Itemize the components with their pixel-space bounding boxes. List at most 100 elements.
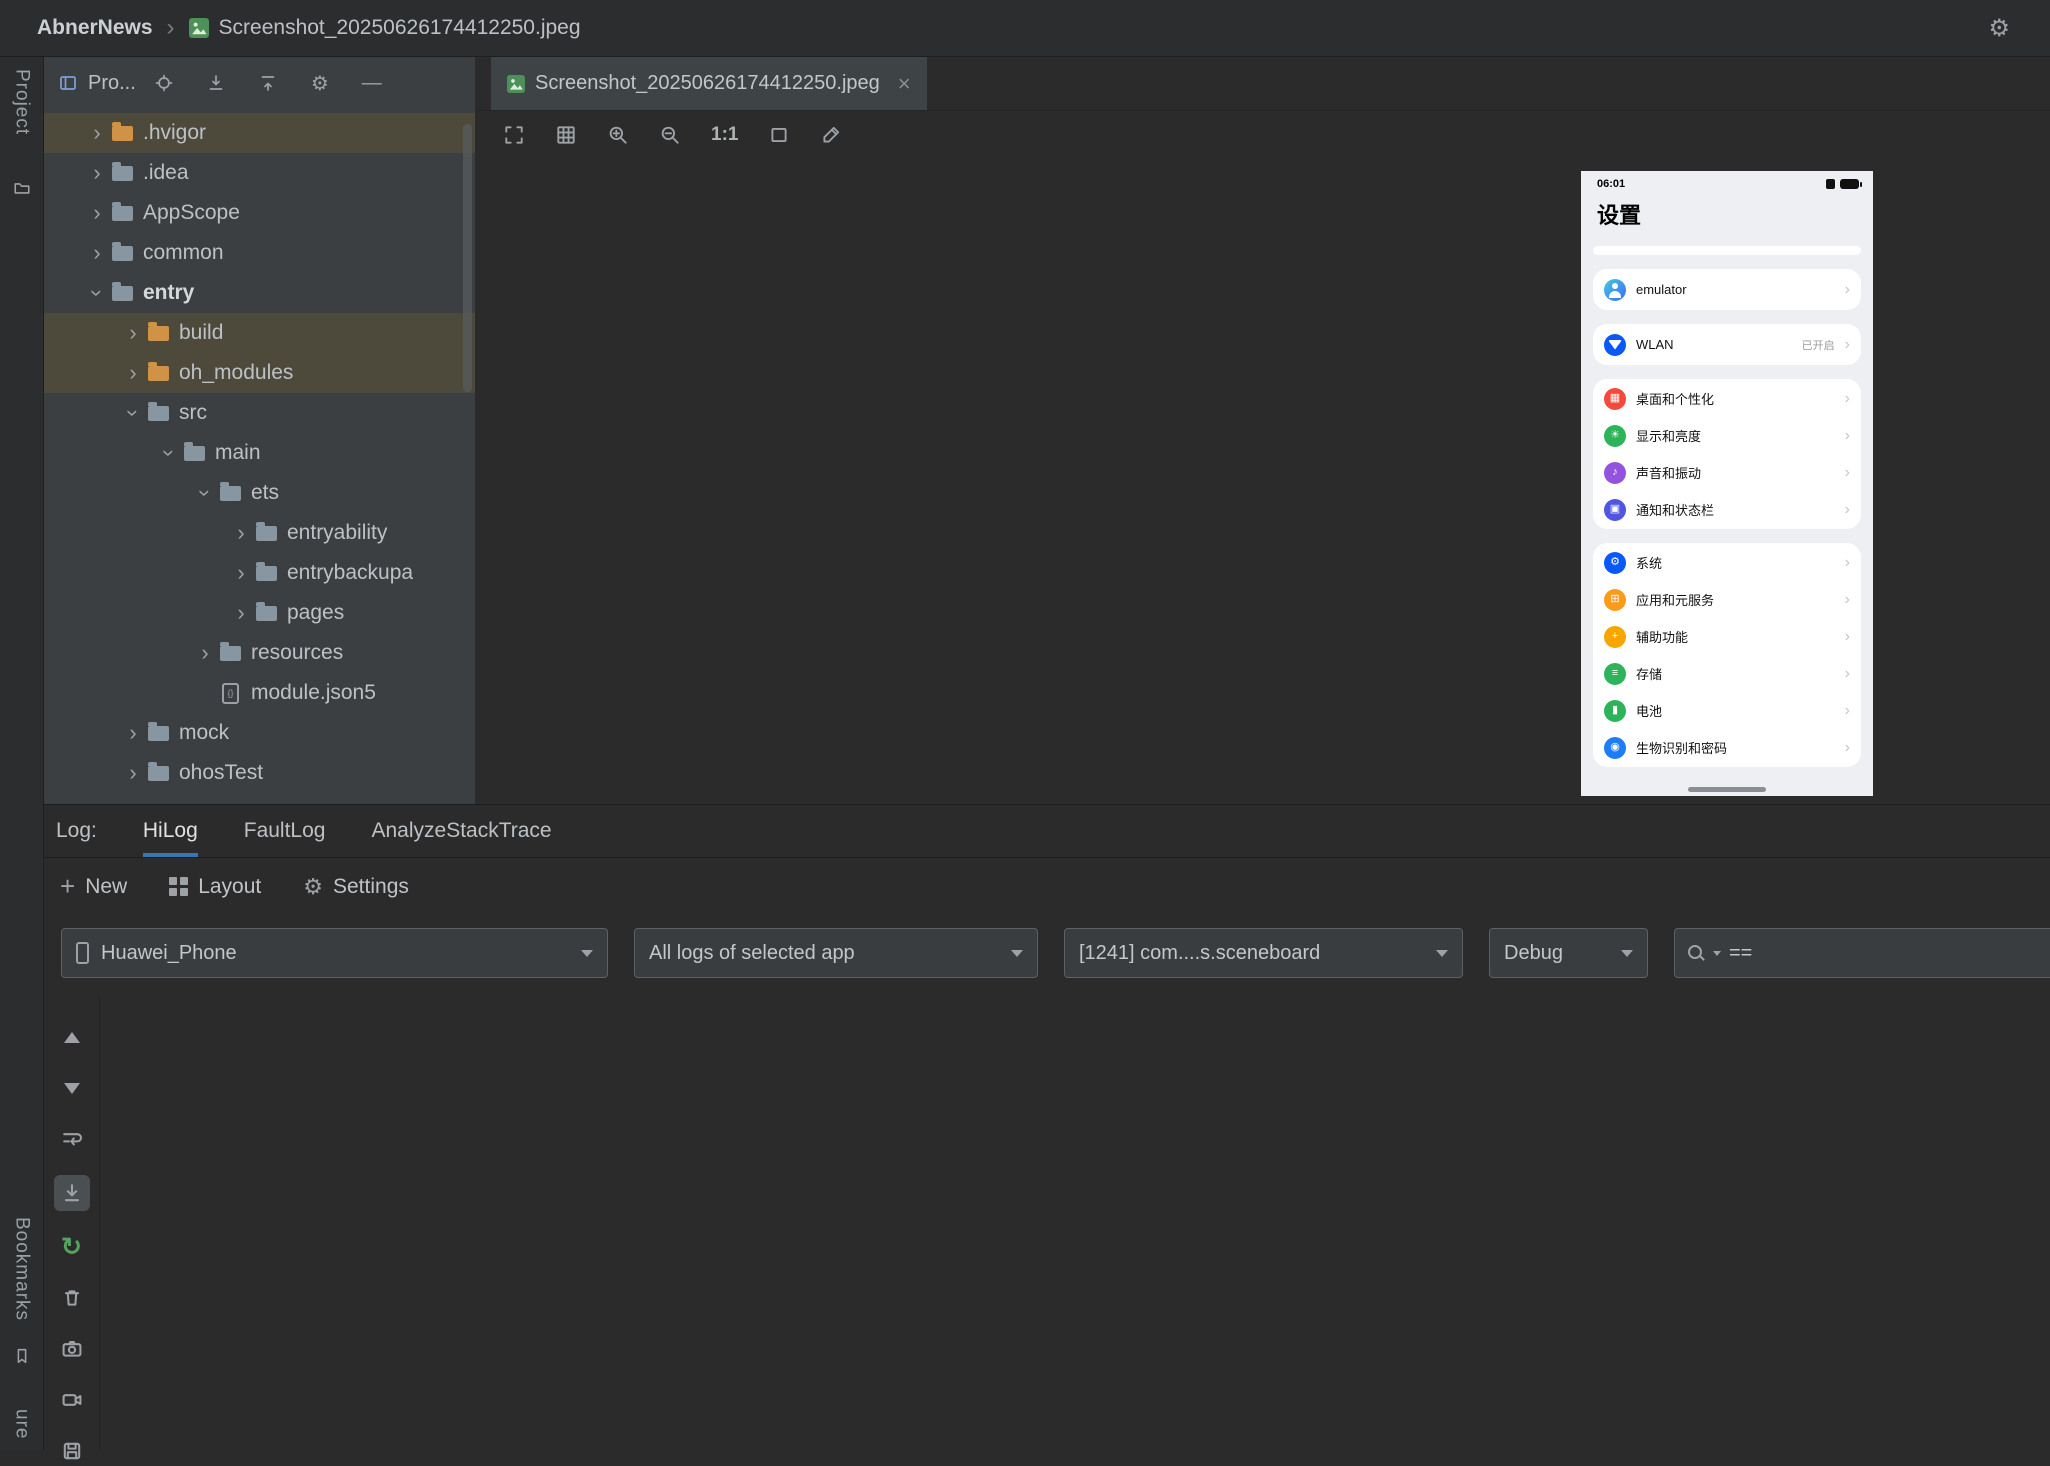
soft-wrap-icon[interactable] xyxy=(57,1124,87,1154)
tree-item-common[interactable]: › common xyxy=(44,233,475,273)
layout-button[interactable]: Layout xyxy=(169,875,261,899)
settings-row-desktop[interactable]: ▦ 桌面和个性化 › xyxy=(1593,380,1861,417)
settings-row-display[interactable]: ☀ 显示和亮度 › xyxy=(1593,417,1861,454)
tree-chevron-icon[interactable]: › xyxy=(156,440,182,466)
settings-row-battery-glyph[interactable]: ▮ 电池 › xyxy=(1593,692,1861,729)
bookmark-icon[interactable] xyxy=(13,1347,31,1365)
log-level-select[interactable]: Debug xyxy=(1489,928,1648,978)
tree-chevron-icon[interactable]: › xyxy=(120,320,146,346)
collapse-all-icon[interactable] xyxy=(256,71,280,95)
tree-item-.idea[interactable]: › .idea xyxy=(44,153,475,193)
folder-icon xyxy=(256,521,277,541)
tree-chevron-icon[interactable]: › xyxy=(120,760,146,786)
breadcrumb-project[interactable]: AbnerNews xyxy=(37,16,153,40)
screenshot-camera-icon[interactable] xyxy=(57,1334,87,1364)
zoom-in-icon[interactable] xyxy=(607,124,629,146)
settings-row-label: 应用和元服务 xyxy=(1636,593,1715,608)
clear-log-icon[interactable] xyxy=(57,1283,87,1313)
tree-item-pages[interactable]: › pages xyxy=(44,593,475,633)
expand-all-icon[interactable] xyxy=(204,71,228,95)
tree-chevron-icon[interactable]: › xyxy=(192,640,218,666)
settings-row-accessibility[interactable]: + 辅助功能 › xyxy=(1593,618,1861,655)
tree-item-mock[interactable]: › mock xyxy=(44,713,475,753)
log-search-input[interactable]: == xyxy=(1674,928,2050,978)
folder-icon xyxy=(148,361,169,381)
scroll-down-icon[interactable] xyxy=(57,1073,87,1103)
tree-item-build[interactable]: › build xyxy=(44,313,475,353)
folder-icon xyxy=(112,281,133,301)
selection-frame-icon[interactable] xyxy=(768,124,790,146)
tree-item-ohosTest[interactable]: › ohosTest xyxy=(44,753,475,793)
log-tab-faultlog[interactable]: FaultLog xyxy=(244,805,326,857)
device-select[interactable]: Huawei_Phone xyxy=(61,928,608,978)
close-tab-icon[interactable]: × xyxy=(898,71,911,97)
log-scope-select[interactable]: All logs of selected app xyxy=(634,928,1038,978)
tree-item-AppScope[interactable]: › AppScope xyxy=(44,193,475,233)
breadcrumb-file[interactable]: Screenshot_20250626174412250.jpeg xyxy=(219,16,581,40)
settings-title: 设置 xyxy=(1597,203,1642,228)
settings-row-biometric[interactable]: ◉ 生物识别和密码 › xyxy=(1593,729,1861,766)
settings-row-storage[interactable]: ≡ 存储 › xyxy=(1593,655,1861,692)
zoom-out-icon[interactable] xyxy=(659,124,681,146)
eyedropper-icon[interactable] xyxy=(820,124,842,146)
grid-toggle-icon[interactable] xyxy=(555,124,577,146)
tree-chevron-icon[interactable]: › xyxy=(120,360,146,386)
search-bar-partial[interactable] xyxy=(1593,246,1861,255)
editor-tab[interactable]: Screenshot_20250626174412250.jpeg × xyxy=(491,57,927,110)
tree-item-module.json5[interactable]: module.json5 xyxy=(44,673,475,713)
tree-chevron-icon[interactable]: › xyxy=(84,280,110,306)
settings-row-apps[interactable]: ⊞ 应用和元服务 › xyxy=(1593,581,1861,618)
project-tool-icon[interactable] xyxy=(13,179,31,197)
tree-item-oh_modules[interactable]: › oh_modules xyxy=(44,353,475,393)
screen-record-icon[interactable] xyxy=(57,1385,87,1415)
tree-scrollbar-thumb[interactable] xyxy=(463,124,472,392)
tree-item-entryability[interactable]: › entryability xyxy=(44,513,475,553)
tree-chevron-icon[interactable]: › xyxy=(84,120,110,146)
settings-button[interactable]: ⚙ Settings xyxy=(303,874,409,900)
ide-settings-gear-icon[interactable]: ⚙ xyxy=(1988,14,2010,43)
fit-to-window-icon[interactable] xyxy=(503,124,525,146)
restart-session-icon[interactable]: ↻ xyxy=(57,1232,87,1262)
settings-row-wifi[interactable]: WLAN 已开启 › xyxy=(1593,325,1861,364)
folder-icon xyxy=(148,321,169,341)
hide-panel-icon[interactable]: — xyxy=(360,71,384,95)
scroll-to-end-icon[interactable] xyxy=(53,1175,90,1211)
tool-stripe-bookmarks-button[interactable]: Bookmarks xyxy=(11,1217,33,1321)
log-tab-hilog[interactable]: HiLog xyxy=(142,805,198,857)
scroll-up-icon[interactable] xyxy=(57,1022,87,1052)
folder-icon xyxy=(112,161,133,181)
tree-chevron-icon[interactable]: › xyxy=(84,200,110,226)
settings-row-sound[interactable]: ♪ 声音和振动 › xyxy=(1593,454,1861,491)
settings-row-system[interactable]: ⚙ 系统 › xyxy=(1593,544,1861,581)
settings-row-avatar[interactable]: emulator › xyxy=(1593,270,1861,309)
tool-stripe-project-button[interactable]: Project xyxy=(11,69,33,135)
log-tab-analyzestacktrace[interactable]: AnalyzeStackTrace xyxy=(371,805,551,857)
tree-chevron-icon[interactable]: › xyxy=(120,720,146,746)
status-misc-icon xyxy=(1826,179,1835,189)
tool-stripe-partial-button[interactable]: ure xyxy=(11,1409,33,1439)
panel-gear-icon[interactable]: ⚙ xyxy=(308,71,332,95)
settings-row-notification[interactable]: ▣ 通知和状态栏 › xyxy=(1593,491,1861,528)
tree-chevron-icon[interactable]: › xyxy=(228,600,254,626)
process-select[interactable]: [1241] com....s.sceneboard xyxy=(1064,928,1463,978)
tree-chevron-icon[interactable]: › xyxy=(84,160,110,186)
tree-chevron-icon[interactable]: › xyxy=(192,480,218,506)
new-button[interactable]: + New xyxy=(60,871,127,902)
tree-item-main[interactable]: › main xyxy=(44,433,475,473)
actual-size-label[interactable]: 1:1 xyxy=(711,124,738,146)
export-log-icon[interactable] xyxy=(57,1436,87,1466)
tree-item-.hvigor[interactable]: › .hvigor xyxy=(44,113,475,153)
settings-row-label: 桌面和个性化 xyxy=(1636,392,1715,407)
tree-chevron-icon[interactable]: › xyxy=(84,240,110,266)
tree-item-entrybackupa[interactable]: › entrybackupa xyxy=(44,553,475,593)
tree-item-resources[interactable]: › resources xyxy=(44,633,475,673)
tree-item-ets[interactable]: › ets xyxy=(44,473,475,513)
tree-item-src[interactable]: › src xyxy=(44,393,475,433)
locate-file-icon[interactable] xyxy=(152,71,176,95)
project-tree: › .hvigor › .idea › AppScope › common › entry › bui… xyxy=(44,113,475,793)
tree-chevron-icon[interactable]: › xyxy=(228,520,254,546)
tree-item-label: AppScope xyxy=(143,201,240,224)
tree-chevron-icon[interactable]: › xyxy=(228,560,254,586)
tree-item-entry[interactable]: › entry xyxy=(44,273,475,313)
tree-chevron-icon[interactable]: › xyxy=(120,400,146,426)
